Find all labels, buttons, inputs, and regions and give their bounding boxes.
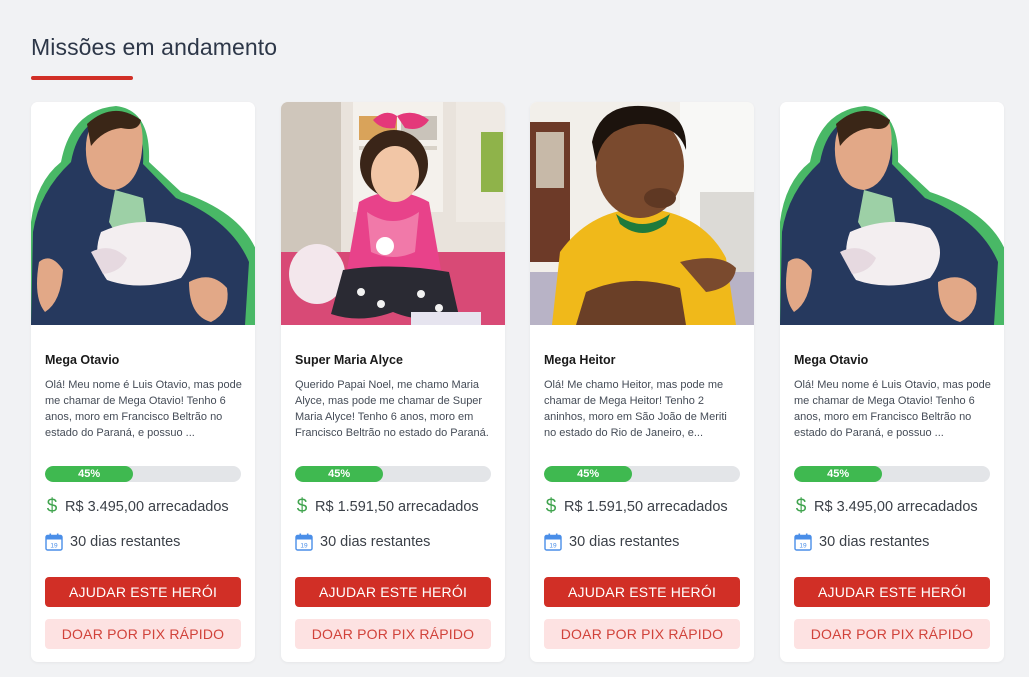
- days-text: 30 dias restantes: [569, 534, 680, 550]
- raised-text: R$ 1.591,50 arrecadados: [564, 499, 728, 515]
- pix-donate-button[interactable]: DOAR POR PIX RÁPIDO: [295, 619, 491, 649]
- progress-bar: 45%: [794, 466, 990, 482]
- help-hero-button[interactable]: AJUDAR ESTE HERÓI: [295, 577, 491, 607]
- help-hero-button[interactable]: AJUDAR ESTE HERÓI: [544, 577, 740, 607]
- days-text: 30 dias restantes: [70, 534, 181, 550]
- hero-description: Querido Papai Noel, me chamo Maria Alyce…: [295, 379, 489, 439]
- days-remaining: 19 30 dias restantes: [295, 533, 430, 551]
- mission-card: Mega Heitor Olá! Me chamo Heitor, mas po…: [530, 102, 754, 662]
- raised-amount: $ R$ 3.495,00 arrecadados: [794, 496, 978, 518]
- progress-bar: 45%: [45, 466, 241, 482]
- mission-cards: Mega Otavio Olá! Meu nome é Luis Otavio,…: [31, 102, 1006, 662]
- raised-text: R$ 3.495,00 arrecadados: [814, 499, 978, 515]
- calendar-icon: 19: [45, 533, 63, 551]
- progress-fill: 45%: [794, 466, 883, 482]
- dollar-icon: $: [46, 496, 58, 517]
- mission-card: Super Maria Alyce Querido Papai Noel, me…: [281, 102, 505, 662]
- hero-name[interactable]: Mega Heitor: [544, 353, 616, 367]
- progress-fill: 45%: [295, 466, 384, 482]
- hero-name[interactable]: Super Maria Alyce: [295, 353, 403, 367]
- mission-card: Mega Otavio Olá! Meu nome é Luis Otavio,…: [780, 102, 1004, 662]
- calendar-day: 19: [50, 543, 58, 550]
- hero-description: Olá! Me chamo Heitor, mas pode me chamar…: [544, 379, 727, 439]
- calendar-icon: 19: [544, 533, 562, 551]
- hero-photo[interactable]: [530, 102, 754, 325]
- days-remaining: 19 30 dias restantes: [45, 533, 180, 551]
- raised-amount: $ R$ 1.591,50 arrecadados: [544, 496, 728, 518]
- raised-amount: $ R$ 1.591,50 arrecadados: [295, 496, 479, 518]
- calendar-icon: 19: [295, 533, 313, 551]
- calendar-day: 19: [799, 543, 807, 550]
- days-remaining: 19 30 dias restantes: [544, 533, 679, 551]
- calendar-day: 19: [300, 543, 308, 550]
- dollar-icon: $: [795, 496, 807, 517]
- pix-donate-button[interactable]: DOAR POR PIX RÁPIDO: [45, 619, 241, 649]
- days-text: 30 dias restantes: [320, 534, 431, 550]
- days-text: 30 dias restantes: [819, 534, 930, 550]
- help-hero-button[interactable]: AJUDAR ESTE HERÓI: [794, 577, 990, 607]
- raised-text: R$ 1.591,50 arrecadados: [315, 499, 479, 515]
- pix-donate-button[interactable]: DOAR POR PIX RÁPIDO: [794, 619, 990, 649]
- raised-amount: $ R$ 3.495,00 arrecadados: [45, 496, 229, 518]
- days-remaining: 19 30 dias restantes: [794, 533, 929, 551]
- hero-name[interactable]: Mega Otavio: [45, 353, 119, 367]
- progress-fill: 45%: [544, 466, 633, 482]
- hero-photo[interactable]: [31, 102, 255, 325]
- hero-photo[interactable]: [780, 102, 1004, 325]
- progress-fill: 45%: [45, 466, 134, 482]
- raised-text: R$ 3.495,00 arrecadados: [65, 499, 229, 515]
- calendar-day: 19: [549, 543, 557, 550]
- hero-description: Olá! Meu nome é Luis Otavio, mas pode me…: [45, 379, 242, 439]
- hero-photo[interactable]: [281, 102, 505, 325]
- help-hero-button[interactable]: AJUDAR ESTE HERÓI: [45, 577, 241, 607]
- title-underline: [31, 76, 133, 80]
- dollar-icon: $: [296, 496, 308, 517]
- hero-name[interactable]: Mega Otavio: [794, 353, 868, 367]
- progress-bar: 45%: [295, 466, 491, 482]
- mission-card: Mega Otavio Olá! Meu nome é Luis Otavio,…: [31, 102, 255, 662]
- hero-description: Olá! Meu nome é Luis Otavio, mas pode me…: [794, 379, 991, 439]
- progress-bar: 45%: [544, 466, 740, 482]
- pix-donate-button[interactable]: DOAR POR PIX RÁPIDO: [544, 619, 740, 649]
- calendar-icon: 19: [794, 533, 812, 551]
- section-title: Missões em andamento: [31, 34, 278, 60]
- dollar-icon: $: [545, 496, 557, 517]
